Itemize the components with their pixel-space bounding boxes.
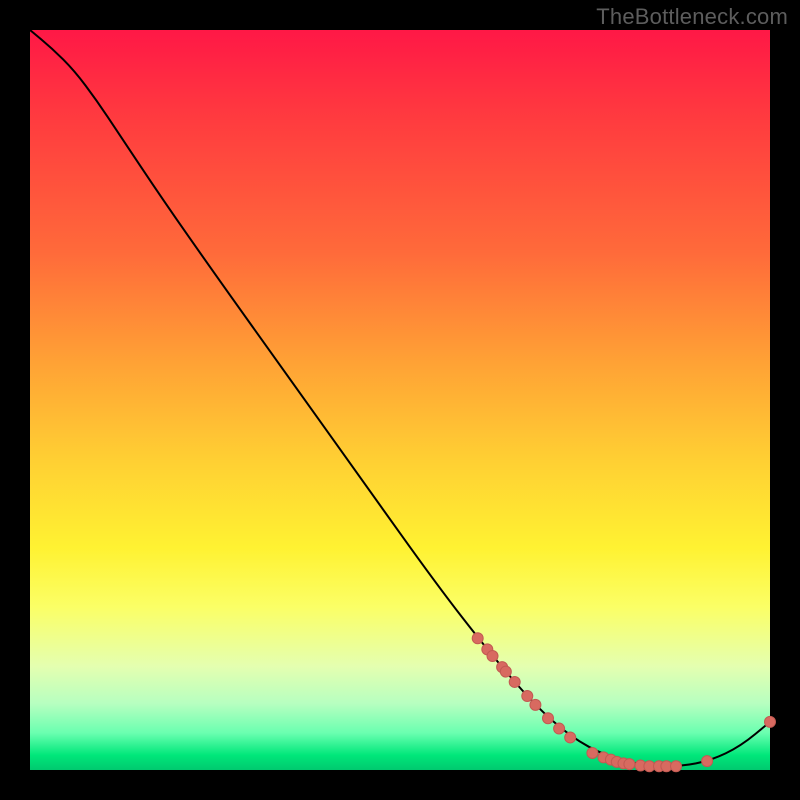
sample-dot	[509, 676, 520, 687]
sample-dot	[702, 756, 713, 767]
plot-area	[30, 30, 770, 770]
sample-dot	[554, 723, 565, 734]
sample-dot	[472, 633, 483, 644]
sample-dot	[543, 713, 554, 724]
sample-dot	[565, 732, 576, 743]
bottleneck-curve	[30, 30, 770, 766]
sample-dot	[624, 759, 635, 770]
sample-dot	[500, 666, 511, 677]
chart-frame: TheBottleneck.com	[0, 0, 800, 800]
sample-dot	[671, 761, 682, 772]
sample-dot	[587, 747, 598, 758]
sample-dot	[487, 651, 498, 662]
sample-dot	[765, 716, 776, 727]
sample-dot	[522, 691, 533, 702]
watermark-text: TheBottleneck.com	[596, 4, 788, 30]
curve-layer	[30, 30, 770, 770]
sample-dot	[530, 699, 541, 710]
